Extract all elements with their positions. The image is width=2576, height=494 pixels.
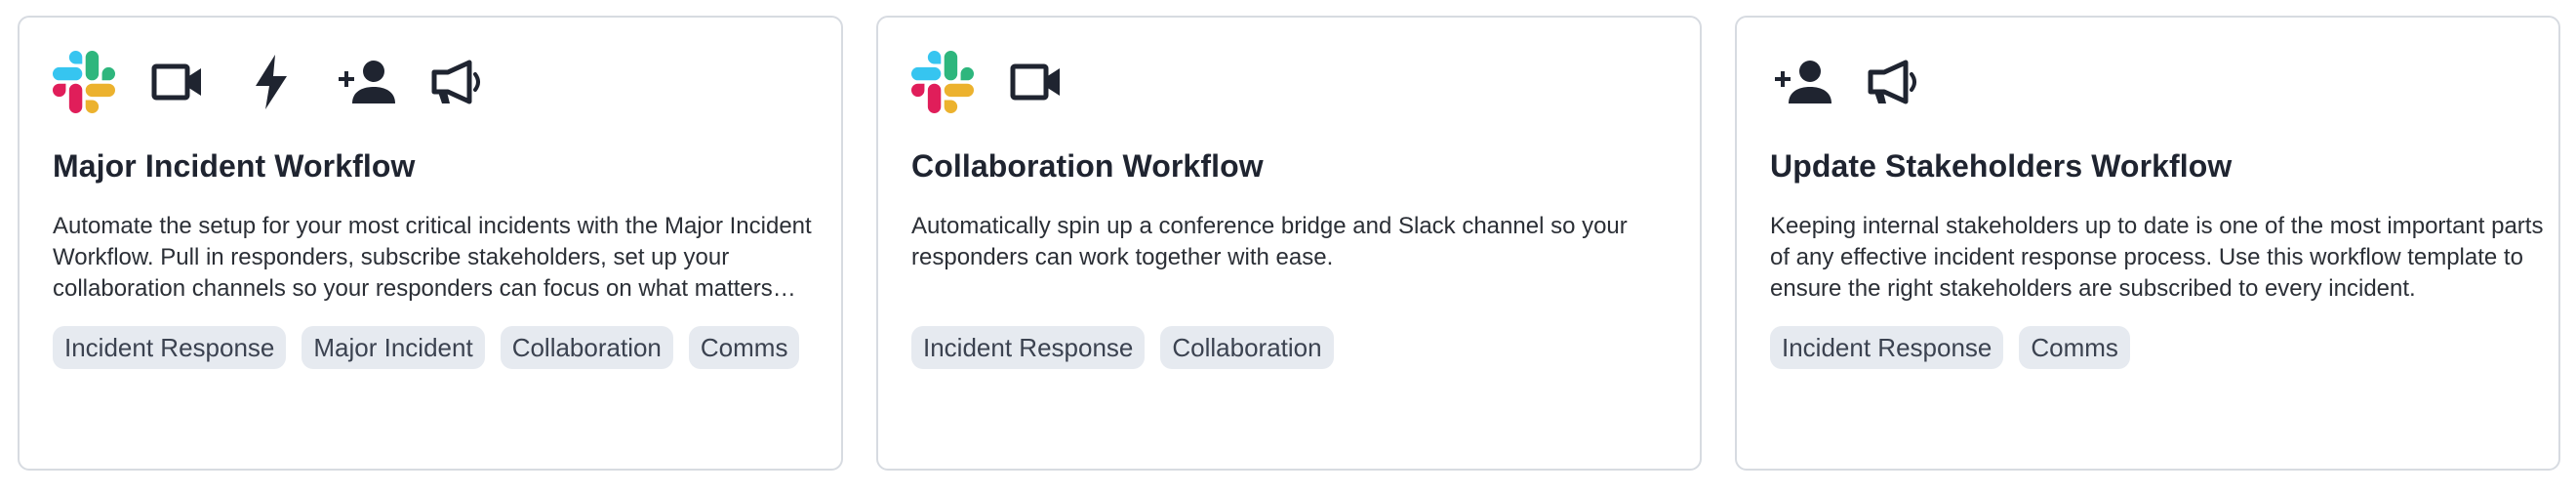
workflow-card-collaboration[interactable]: Collaboration Workflow Automatically spi… — [876, 16, 1702, 471]
add-person-icon — [334, 51, 396, 113]
integration-icons — [53, 51, 808, 113]
lightning-bolt-icon — [240, 51, 302, 113]
megaphone-icon — [1864, 51, 1926, 113]
tag-incident-response: Incident Response — [911, 326, 1146, 369]
tag-major-incident: Major Incident — [302, 326, 485, 369]
slack-icon — [911, 51, 974, 113]
video-camera-icon — [1005, 51, 1067, 113]
integration-icons — [1770, 51, 2525, 113]
workflow-card-update-stakeholders[interactable]: Update Stakeholders Workflow Keeping int… — [1735, 16, 2560, 471]
slack-icon — [53, 51, 115, 113]
tag-collaboration: Collaboration — [500, 326, 673, 369]
add-person-icon — [1770, 51, 1832, 113]
megaphone-icon — [427, 51, 490, 113]
card-description: Keeping internal stakeholders up to date… — [1770, 213, 2544, 302]
tag-list: Incident Response Collaboration — [911, 326, 1692, 369]
card-title: Collaboration Workflow — [911, 148, 1264, 184]
tag-list: Incident Response Major Incident Collabo… — [53, 326, 833, 369]
tag-list: Incident Response Comms — [1770, 326, 2551, 369]
integration-icons — [911, 51, 1667, 113]
tag-incident-response: Incident Response — [1770, 326, 2004, 369]
tag-comms: Comms — [2019, 326, 2130, 369]
workflow-template-grid: Major Incident Workflow Automate the set… — [0, 0, 2576, 494]
card-description: Automatically spin up a conference bridg… — [911, 213, 1628, 270]
card-description: Automate the setup for your most critica… — [53, 213, 812, 302]
tag-incident-response: Incident Response — [53, 326, 287, 369]
video-camera-icon — [146, 51, 209, 113]
workflow-card-major-incident[interactable]: Major Incident Workflow Automate the set… — [18, 16, 843, 471]
tag-collaboration: Collaboration — [1160, 326, 1334, 369]
card-title: Update Stakeholders Workflow — [1770, 148, 2233, 184]
card-title: Major Incident Workflow — [53, 148, 416, 184]
tag-comms: Comms — [688, 326, 800, 369]
